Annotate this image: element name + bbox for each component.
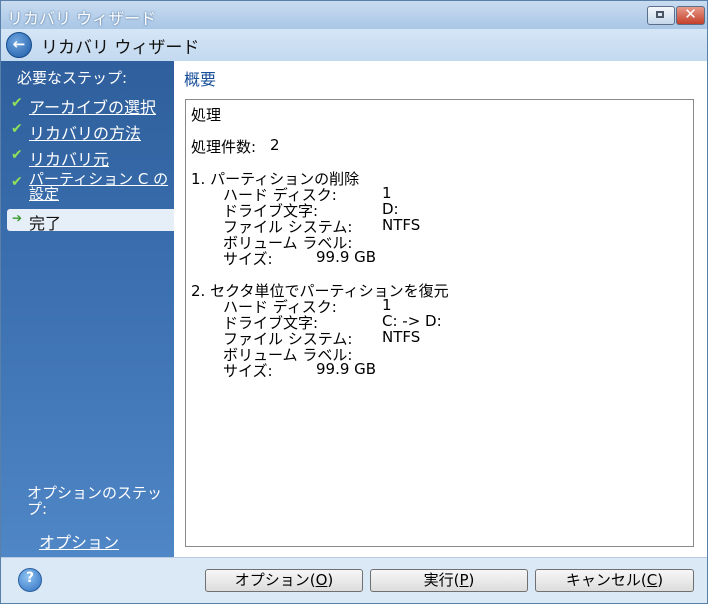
- run-button[interactable]: 実行(P): [370, 569, 528, 592]
- cancel-button-label: キャンセル: [565, 571, 641, 589]
- window-title: リカバリ ウィザード: [7, 9, 157, 28]
- current-step-arrow-icon: ➔: [12, 211, 23, 225]
- summary-title: 概要: [184, 70, 217, 89]
- check-icon: ✔: [11, 121, 23, 137]
- step-archive-selection[interactable]: ✔ アーカイブの選択: [1, 93, 174, 117]
- cancel-button-accesskey: C: [646, 571, 658, 589]
- current-step-label: 完了: [29, 214, 62, 233]
- button-bar: ? オプション(O) 実行(P) キャンセル(C): [1, 557, 707, 603]
- back-button[interactable]: ←: [6, 32, 32, 58]
- step-recovery-source[interactable]: ✔ リカバリ元: [1, 145, 174, 169]
- check-icon: ✔: [11, 95, 23, 111]
- operation-count-label: 処理件数:: [191, 138, 257, 156]
- summary-heading: 処理: [191, 106, 222, 124]
- check-icon: ✔: [11, 174, 23, 190]
- step-label[interactable]: リカバリ元: [29, 146, 109, 170]
- steps-sidebar: 必要なステップ: ✔ アーカイブの選択 ✔ リカバリの方法 ✔ リカバリ元 ✔ …: [1, 61, 174, 557]
- op1-size-value: 99.9 GB: [316, 248, 377, 266]
- op2-size-label: サイズ:: [223, 362, 273, 380]
- required-steps-heading: 必要なステップ:: [17, 69, 128, 87]
- close-button[interactable]: ✕: [676, 5, 705, 25]
- title-bar[interactable]: リカバリ ウィザード ✕: [1, 1, 707, 29]
- op2-size-value: 99.9 GB: [316, 360, 377, 378]
- operation-count-value: 2: [270, 136, 280, 154]
- recovery-wizard-window: リカバリ ウィザード ✕ ← リカバリ ウィザード 必要なステップ: ✔ アーカ…: [0, 0, 708, 604]
- optional-steps-heading: オプションのステップ:: [27, 484, 163, 518]
- options-button[interactable]: オプション(O): [205, 569, 363, 592]
- help-icon: ?: [25, 570, 35, 586]
- check-icon: ✔: [11, 147, 23, 163]
- cancel-button[interactable]: キャンセル(C): [535, 569, 694, 592]
- step-label[interactable]: アーカイブの選択: [29, 94, 156, 118]
- run-button-label: 実行: [423, 571, 454, 589]
- op2-fs-value: NTFS: [382, 328, 421, 346]
- close-icon: ✕: [684, 5, 697, 23]
- wizard-title: リカバリ ウィザード: [41, 38, 200, 58]
- summary-box[interactable]: 処理 処理件数: 2 1. パーティションの削除 ハード ディスク: 1 ドライ…: [185, 99, 694, 547]
- options-button-label: オプション: [234, 571, 310, 589]
- restore-button[interactable]: [647, 6, 675, 25]
- restore-icon: [656, 11, 664, 18]
- step-recovery-method[interactable]: ✔ リカバリの方法: [1, 119, 174, 143]
- help-button[interactable]: ?: [18, 568, 42, 592]
- back-arrow-icon: ←: [12, 35, 26, 53]
- wizard-header: ← リカバリ ウィザード: [1, 29, 707, 61]
- options-link[interactable]: オプション: [39, 529, 119, 553]
- run-button-accesskey: P: [459, 571, 469, 589]
- op1-fs-value: NTFS: [382, 216, 421, 234]
- step-label[interactable]: パーティション C の設定: [29, 172, 169, 202]
- op1-size-label: サイズ:: [223, 250, 273, 268]
- options-button-accesskey: O: [315, 571, 328, 589]
- step-finish-current[interactable]: ➔ 完了: [7, 209, 174, 233]
- content-panel: 概要 処理 処理件数: 2 1. パーティションの削除 ハード ディスク: 1 …: [174, 61, 707, 557]
- step-label[interactable]: リカバリの方法: [29, 120, 141, 144]
